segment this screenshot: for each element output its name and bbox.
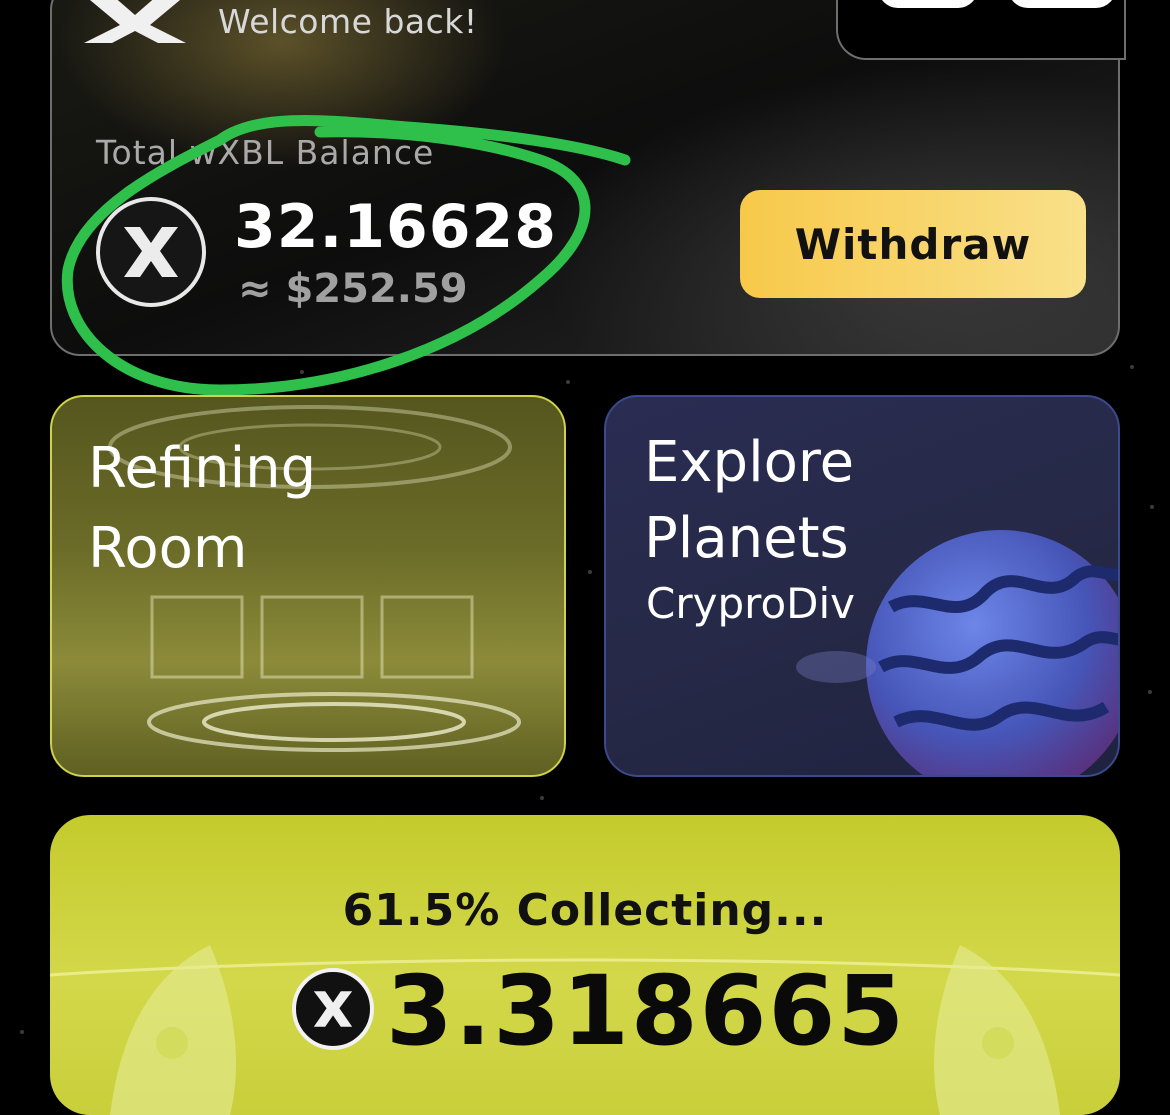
collecting-amount: 3.318665: [386, 955, 907, 1067]
refining-room-card[interactable]: Refining Room: [50, 395, 566, 777]
top-pill-left: [878, 0, 978, 8]
explore-title-line2: Planets: [644, 506, 849, 571]
withdraw-button[interactable]: Withdraw: [740, 190, 1086, 298]
refining-title-line1: Refining: [88, 436, 317, 501]
balance-label: Total wXBL Balance: [96, 133, 435, 172]
explore-subtitle: CryproDiv: [646, 579, 856, 628]
explore-planets-card[interactable]: Explore Planets CryproDiv: [604, 395, 1120, 777]
top-right-panel: [836, 0, 1126, 60]
wxbl-coin-icon-small: [292, 968, 374, 1050]
explore-title-line1: Explore: [644, 430, 855, 495]
top-pill-right: [1008, 0, 1116, 8]
welcome-text: Welcome back!: [218, 2, 478, 41]
refining-title-line2: Room: [88, 516, 248, 581]
balance-amount: 32.16628: [234, 192, 558, 262]
collecting-card[interactable]: 61.5% Collecting... 3.318665: [50, 815, 1120, 1115]
wxbl-coin-icon: [96, 197, 206, 307]
balance-usd-value: ≈ $252.59: [238, 266, 468, 312]
collecting-status: 61.5% Collecting...: [342, 885, 828, 936]
app-logo-icon: [84, 0, 186, 43]
